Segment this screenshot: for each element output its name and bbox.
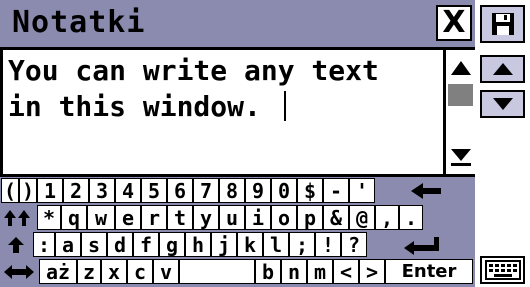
- space-key[interactable]: [179, 259, 255, 284]
- up-arrow-icon: [8, 236, 24, 253]
- return-arrow-icon: [404, 236, 439, 255]
- key[interactable]: q: [61, 205, 87, 230]
- key[interactable]: ,: [375, 205, 399, 230]
- keyboard-row-4: aż z x c v b n m < > Enter: [0, 258, 475, 285]
- triangle-up-icon: [492, 63, 513, 75]
- note-text-value: You can write any text in this window.: [8, 54, 379, 123]
- key[interactable]: x: [101, 259, 127, 284]
- key[interactable]: r: [141, 205, 167, 230]
- window-title: Notatki: [12, 5, 146, 40]
- key[interactable]: w: [87, 205, 115, 230]
- scroll-up-button[interactable]: [446, 54, 475, 82]
- key[interactable]: >: [359, 259, 385, 284]
- keyboard-row-2: * q w e r t y u i o p & @ , .: [0, 204, 475, 231]
- notes-app: Notatki X You can write any text in this…: [0, 0, 530, 287]
- key[interactable]: s: [81, 232, 107, 257]
- key[interactable]: b: [255, 259, 281, 284]
- key[interactable]: e: [115, 205, 141, 230]
- key[interactable]: z: [77, 259, 101, 284]
- key[interactable]: -: [323, 178, 349, 203]
- key[interactable]: t: [167, 205, 193, 230]
- key[interactable]: p: [297, 205, 323, 230]
- key[interactable]: j: [211, 232, 237, 257]
- note-text[interactable]: You can write any text in this window.: [8, 53, 440, 125]
- key[interactable]: k: [237, 232, 263, 257]
- floppy-disk-icon: [491, 13, 514, 35]
- caps-lock-key[interactable]: [1, 205, 35, 230]
- key[interactable]: (: [1, 178, 19, 203]
- double-up-arrow-icon: [4, 209, 30, 226]
- key[interactable]: y: [193, 205, 219, 230]
- key[interactable]: 8: [219, 178, 245, 203]
- key[interactable]: 0: [271, 178, 297, 203]
- vertical-scrollbar[interactable]: [443, 50, 475, 174]
- key[interactable]: a: [55, 232, 81, 257]
- return-key[interactable]: [371, 232, 473, 257]
- arrow-left-icon: [411, 182, 441, 199]
- note-text-area[interactable]: You can write any text in this window.: [0, 50, 475, 177]
- key[interactable]: m: [307, 259, 333, 284]
- key[interactable]: 7: [193, 178, 219, 203]
- keyboard-icon: [484, 260, 521, 280]
- key[interactable]: <: [333, 259, 359, 284]
- key[interactable]: .: [399, 205, 423, 230]
- key[interactable]: ': [349, 178, 375, 203]
- key[interactable]: o: [271, 205, 297, 230]
- key[interactable]: h: [185, 232, 211, 257]
- key[interactable]: :: [33, 232, 55, 257]
- keyboard-row-3: : a s d f g h j k l ; ! ?: [0, 231, 475, 258]
- key[interactable]: f: [133, 232, 159, 257]
- key[interactable]: ?: [341, 232, 367, 257]
- left-right-arrow-icon: [4, 264, 34, 279]
- key[interactable]: 5: [141, 178, 167, 203]
- key[interactable]: @: [349, 205, 375, 230]
- page-down-button[interactable]: [480, 90, 525, 118]
- keyboard-row-1: ( ) 1 2 3 4 5 6 7 8 9 0 $ - ': [0, 177, 475, 204]
- switch-layout-key[interactable]: [1, 259, 37, 284]
- key[interactable]: i: [245, 205, 271, 230]
- key[interactable]: 6: [167, 178, 193, 203]
- key[interactable]: g: [159, 232, 185, 257]
- triangle-down-icon: [450, 149, 471, 166]
- key[interactable]: 9: [245, 178, 271, 203]
- key[interactable]: ;: [289, 232, 315, 257]
- scroll-thumb[interactable]: [448, 84, 473, 106]
- page-up-button[interactable]: [480, 55, 525, 83]
- triangle-up-icon: [450, 61, 471, 75]
- on-screen-keyboard: ( ) 1 2 3 4 5 6 7 8 9 0 $ - ' * q w e r …: [0, 177, 475, 287]
- triangle-down-icon: [492, 98, 513, 110]
- close-icon: X: [442, 5, 466, 40]
- key[interactable]: ): [19, 178, 37, 203]
- text-cursor: [283, 91, 286, 121]
- enter-key[interactable]: Enter: [385, 259, 473, 284]
- key[interactable]: u: [219, 205, 245, 230]
- key[interactable]: 1: [37, 178, 63, 203]
- key[interactable]: 2: [63, 178, 89, 203]
- backspace-key[interactable]: [379, 178, 473, 203]
- key[interactable]: d: [107, 232, 133, 257]
- save-button[interactable]: [480, 5, 525, 43]
- keyboard-toggle-button[interactable]: [480, 256, 525, 284]
- key[interactable]: aż: [39, 259, 77, 284]
- key[interactable]: l: [263, 232, 289, 257]
- key[interactable]: $: [297, 178, 323, 203]
- key[interactable]: !: [315, 232, 341, 257]
- key[interactable]: v: [153, 259, 179, 284]
- side-panel: [475, 0, 530, 287]
- key[interactable]: &: [323, 205, 349, 230]
- close-button[interactable]: X: [436, 5, 472, 41]
- key[interactable]: c: [127, 259, 153, 284]
- key[interactable]: 4: [115, 178, 141, 203]
- key[interactable]: 3: [89, 178, 115, 203]
- shift-key[interactable]: [1, 232, 31, 257]
- scroll-down-button[interactable]: [446, 142, 475, 170]
- key[interactable]: *: [37, 205, 61, 230]
- title-bar: Notatki X: [0, 0, 475, 50]
- key[interactable]: n: [281, 259, 307, 284]
